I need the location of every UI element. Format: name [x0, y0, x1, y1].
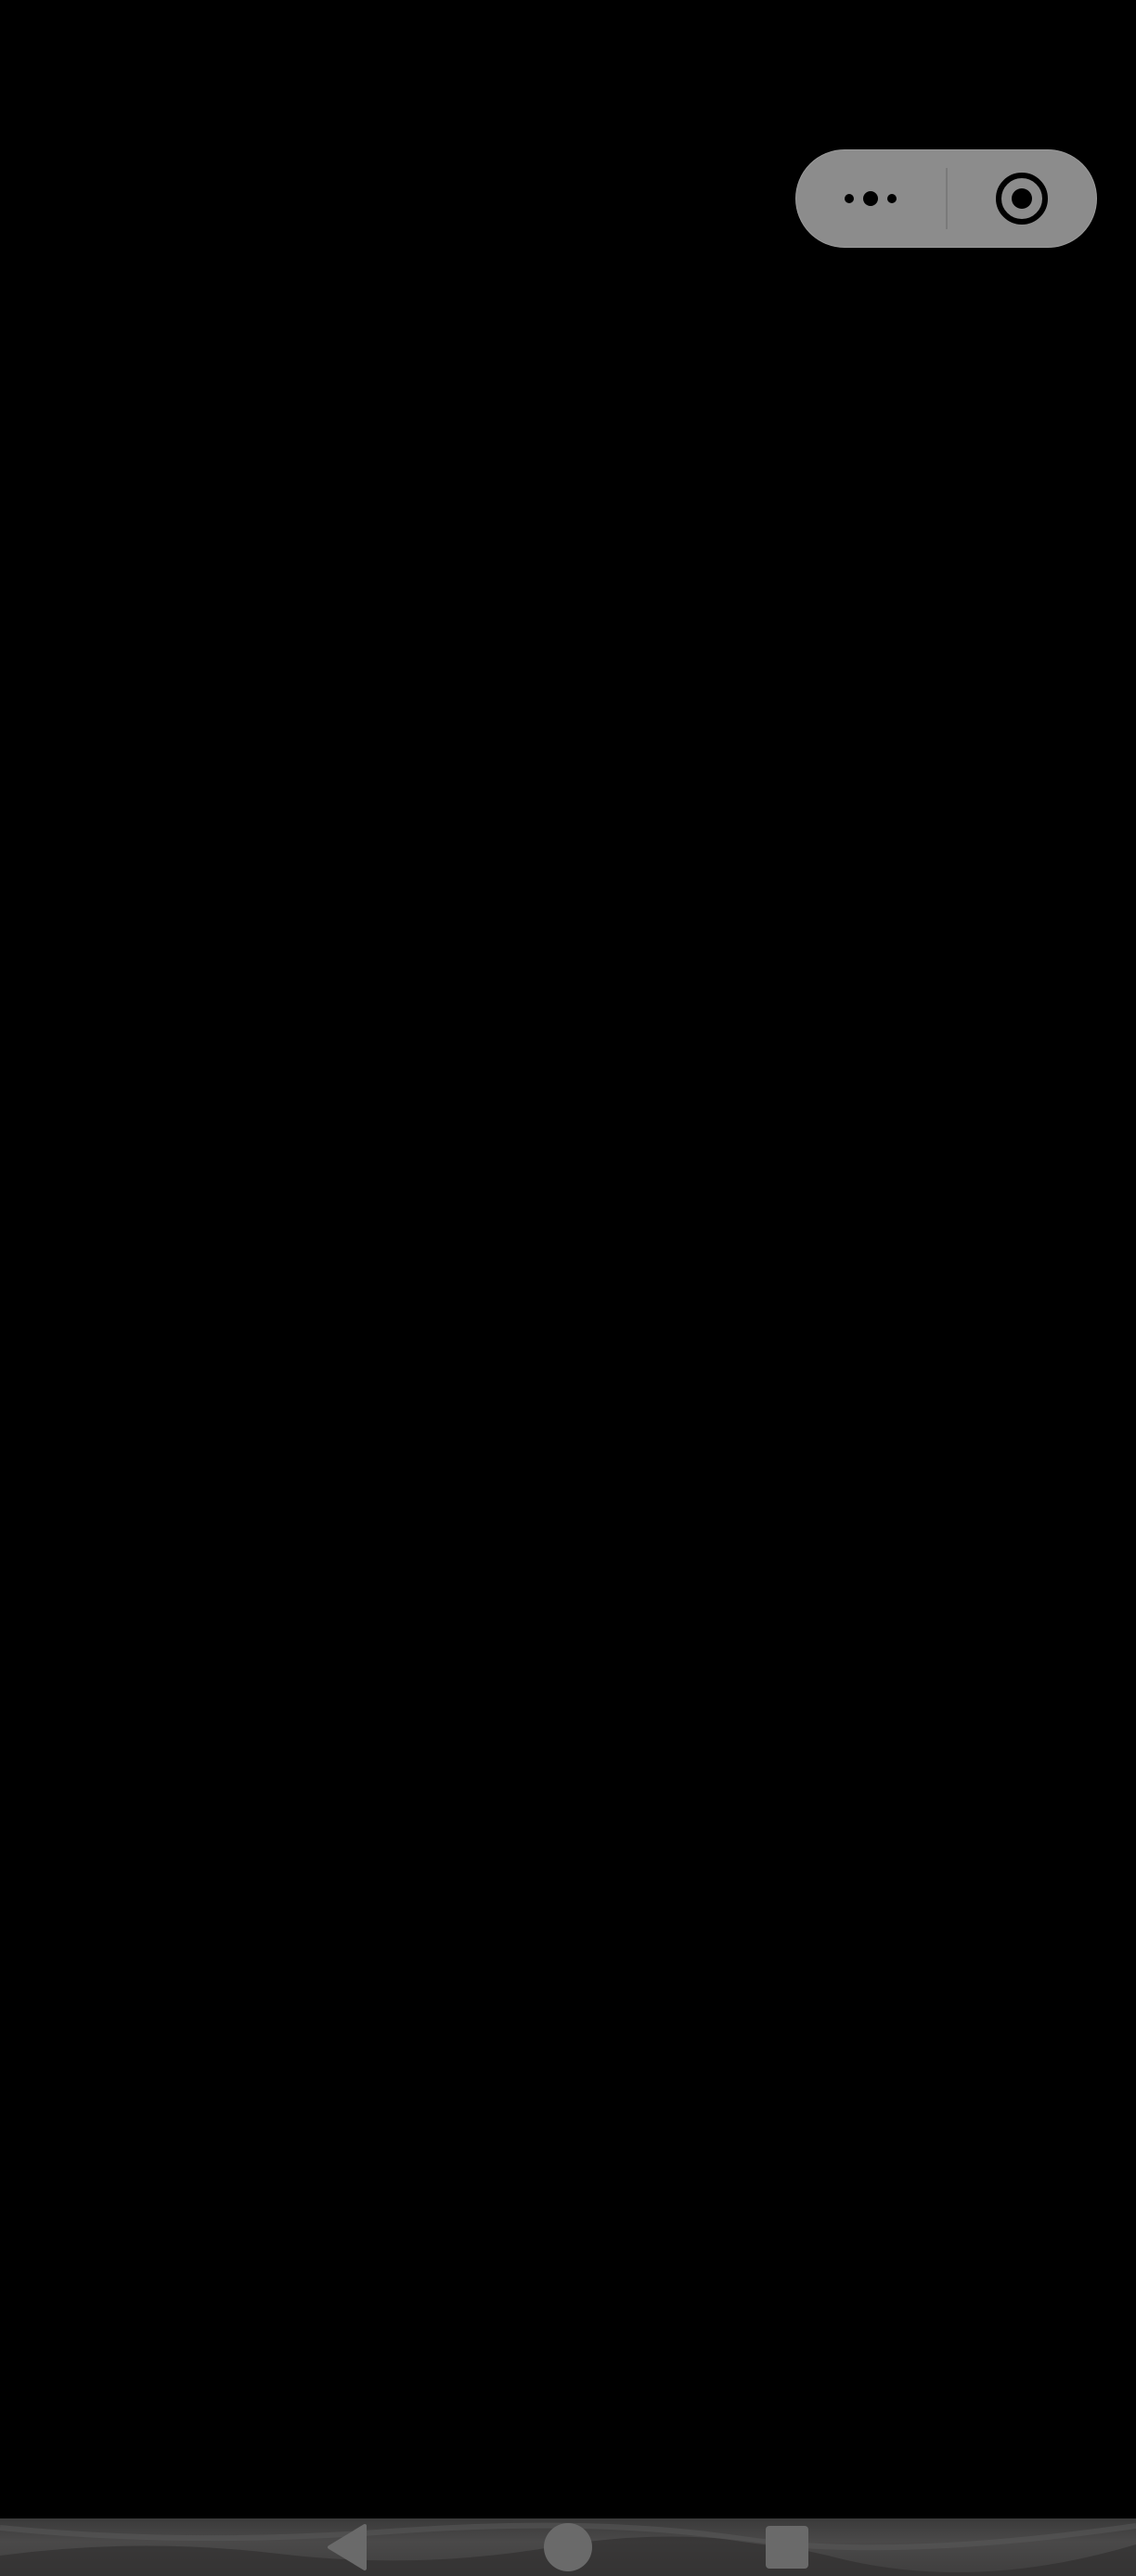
close-mini-program-button[interactable] — [948, 150, 1097, 247]
back-triangle-icon — [328, 2524, 367, 2570]
more-dots-icon — [845, 191, 897, 206]
mini-program-capsule — [795, 149, 1097, 248]
home-circle-icon — [544, 2523, 592, 2571]
home-button[interactable] — [531, 2518, 605, 2576]
app-screen — [0, 0, 1136, 2576]
back-button[interactable] — [310, 2518, 384, 2576]
recents-button[interactable] — [750, 2518, 824, 2576]
more-button[interactable] — [796, 150, 946, 247]
recents-square-icon — [766, 2526, 808, 2569]
system-navigation-bar — [0, 2518, 1136, 2576]
target-close-icon — [995, 173, 1048, 225]
